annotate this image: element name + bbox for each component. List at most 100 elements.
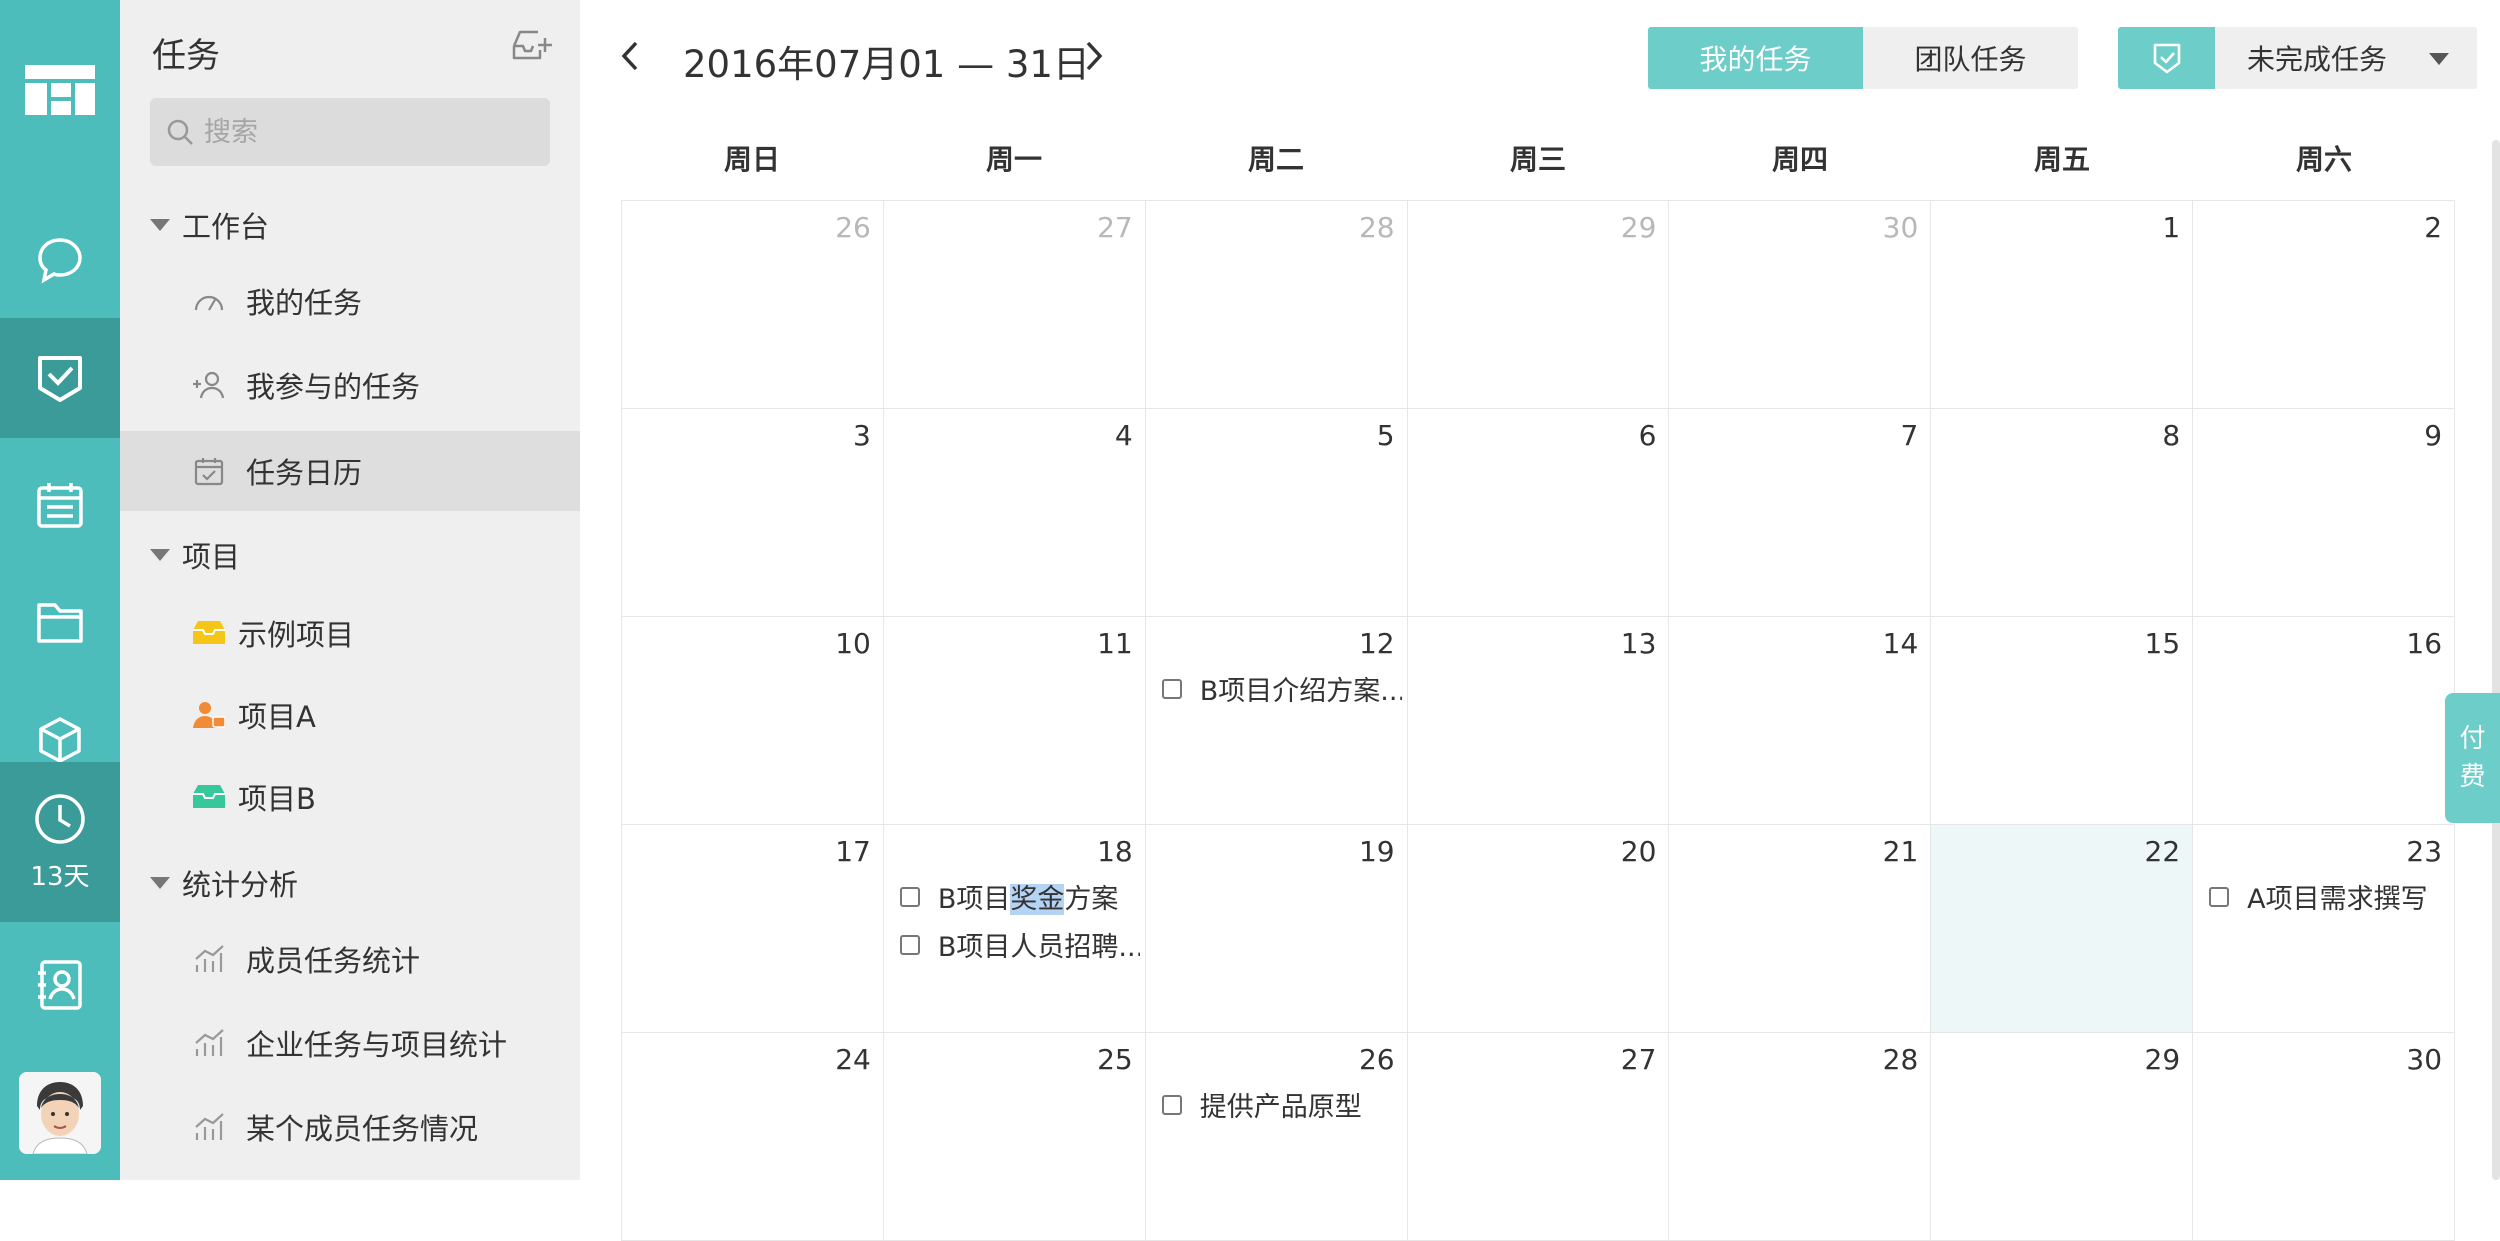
task-status-filter[interactable]: 未完成任务 — [2118, 27, 2477, 89]
calendar-day-cell[interactable]: 26 — [622, 201, 884, 409]
pay-tab-label: 费 — [2459, 762, 2486, 792]
calendar-day-cell[interactable]: 9 — [2193, 409, 2456, 617]
task-checkbox[interactable] — [899, 886, 920, 907]
bar-chart-icon — [192, 942, 226, 976]
sidebar-item-enterprise-stats[interactable]: 企业任务与项目统计 — [120, 1003, 580, 1083]
calendar-day-cell[interactable]: 17 — [622, 825, 884, 1033]
folder-icon[interactable] — [0, 582, 120, 662]
day-number: 27 — [1097, 211, 1133, 244]
calendar-day-cell[interactable]: 29 — [1407, 201, 1670, 409]
sidebar-item-task-calendar[interactable]: 任务日历 — [120, 431, 580, 511]
calendar-day-cell[interactable]: 30 — [2193, 1033, 2456, 1241]
tab-team-tasks[interactable]: 团队任务 — [1863, 27, 2078, 89]
day-number: 5 — [1376, 419, 1395, 452]
calendar-day-cell[interactable]: 13 — [1407, 617, 1670, 825]
inbox-add-icon[interactable] — [512, 28, 552, 66]
day-number: 20 — [1620, 835, 1657, 868]
calendar-day-cell[interactable]: 11 — [883, 617, 1146, 825]
sidebar-item-member-stats[interactable]: 成员任务统计 — [120, 919, 580, 999]
calendar-day-cell[interactable]: 27 — [1407, 1033, 1670, 1241]
calendar-week: 10 11 12 B项目介绍方案... 13 14 15 16 — [622, 617, 2456, 825]
project-box-green-icon — [192, 780, 226, 814]
calendar-day-cell[interactable]: 8 — [1931, 409, 2194, 617]
calendar-day-cell[interactable]: 20 — [1407, 825, 1670, 1033]
contacts-icon[interactable] — [0, 945, 120, 1025]
task-checkbox[interactable] — [1161, 1094, 1182, 1115]
task-check-icon[interactable] — [0, 318, 120, 438]
calendar-week: 17 18 B项目奖金方案 B项目人员招聘... 19 20 21 22 23 — [622, 825, 2456, 1033]
bar-chart-icon — [192, 1110, 226, 1144]
next-month-button[interactable] — [1084, 40, 1104, 76]
calendar-day-cell[interactable]: 7 — [1669, 409, 1932, 617]
calendar-day-cell[interactable]: 27 — [883, 201, 1146, 409]
sidebar-item-label: 成员任务统计 — [246, 944, 421, 978]
calendar-day-cell[interactable]: 10 — [622, 617, 884, 825]
status-select[interactable]: 未完成任务 — [2215, 27, 2477, 89]
calendar-day-cell[interactable]: 19 — [1145, 825, 1408, 1033]
timer-icon[interactable]: 13天 — [0, 762, 120, 922]
calendar-day-cell[interactable]: 1 — [1931, 201, 2194, 409]
calendar-day-cell[interactable]: 30 — [1669, 201, 1932, 409]
sidebar-item-project-a[interactable]: 项目A — [120, 675, 580, 755]
calendar-day-cell[interactable]: 25 — [883, 1033, 1146, 1241]
task-item[interactable]: B项目奖金方案 — [899, 877, 1140, 916]
scrollbar[interactable] — [2492, 140, 2500, 1180]
sidebar-item-sample-project[interactable]: 示例项目 — [120, 593, 580, 673]
calendar-day-cell[interactable]: 18 B项目奖金方案 B项目人员招聘... — [883, 825, 1146, 1033]
day-number: 23 — [2406, 835, 2443, 868]
day-number: 12 — [1358, 627, 1395, 660]
calendar-day-cell[interactable]: 26 提供产品原型 — [1145, 1033, 1408, 1241]
search-box[interactable] — [150, 98, 550, 166]
calendar-day-cell[interactable]: 14 — [1669, 617, 1932, 825]
sidebar-item-label: 项目B — [238, 782, 316, 816]
caret-down-icon — [150, 877, 170, 889]
avatar[interactable] — [19, 1072, 101, 1154]
group-statistics[interactable]: 统计分析 — [150, 862, 298, 904]
chevron-left-icon — [621, 41, 638, 71]
group-label: 工作台 — [182, 210, 270, 244]
sidebar-item-my-tasks[interactable]: 我的任务 — [120, 261, 580, 341]
group-workbench[interactable]: 工作台 — [150, 204, 269, 246]
calendar-day-cell[interactable]: 15 — [1931, 617, 2194, 825]
calendar-day-cell[interactable]: 12 B项目介绍方案... — [1145, 617, 1408, 825]
calendar-main: 2016年07月01 — 31日 我的任务 团队任务 未完成任务 周日 周一 周… — [580, 0, 2500, 1241]
day-number: 24 — [835, 1043, 871, 1076]
search-input[interactable] — [204, 116, 534, 148]
sidebar-item-project-b[interactable]: 项目B — [120, 757, 580, 837]
calendar-day-cell[interactable]: 21 — [1669, 825, 1932, 1033]
dashboard-icon[interactable] — [0, 50, 120, 130]
prev-month-button[interactable] — [620, 40, 640, 76]
day-number: 29 — [2144, 1043, 2181, 1076]
task-item[interactable]: B项目介绍方案... — [1161, 669, 1402, 708]
chat-icon[interactable] — [0, 220, 120, 300]
sidebar-item-label: 任务日历 — [246, 456, 363, 490]
task-checkbox[interactable] — [899, 934, 920, 955]
calendar-day-cell[interactable]: 29 — [1931, 1033, 2194, 1241]
group-projects[interactable]: 项目 — [150, 534, 240, 576]
task-item[interactable]: 提供产品原型 — [1161, 1085, 1402, 1124]
calendar-week: 3 4 5 6 7 8 9 — [622, 409, 2456, 617]
calendar-icon[interactable] — [0, 465, 120, 545]
sidebar-item-participating-tasks[interactable]: 我参与的任务 — [120, 345, 580, 425]
calendar-day-cell[interactable]: 28 — [1145, 201, 1408, 409]
task-checkbox[interactable] — [1161, 678, 1182, 699]
task-checkbox[interactable] — [2209, 886, 2230, 907]
calendar-day-cell[interactable]: 16 — [2193, 617, 2456, 825]
speedometer-icon — [192, 284, 226, 318]
calendar-day-cell[interactable]: 3 — [622, 409, 884, 617]
calendar-day-cell[interactable]: 6 — [1407, 409, 1670, 617]
task-item[interactable]: A项目需求撰写 — [2209, 877, 2449, 916]
pay-tab-button[interactable]: 付 费 — [2445, 693, 2500, 823]
calendar-day-cell[interactable]: 23 A项目需求撰写 — [2193, 825, 2456, 1033]
calendar-day-cell[interactable]: 5 — [1145, 409, 1408, 617]
tab-my-tasks[interactable]: 我的任务 — [1648, 27, 1863, 89]
task-item[interactable]: B项目人员招聘... — [899, 925, 1140, 964]
calendar-day-cell[interactable]: 4 — [883, 409, 1146, 617]
calendar-day-cell[interactable]: 2 — [2193, 201, 2456, 409]
weekday-label: 周日 — [723, 143, 780, 176]
day-number: 28 — [1358, 211, 1395, 244]
calendar-day-cell[interactable]: 24 — [622, 1033, 884, 1241]
calendar-day-cell-today[interactable]: 22 — [1931, 825, 2194, 1033]
calendar-day-cell[interactable]: 28 — [1669, 1033, 1932, 1241]
sidebar-item-single-member-stats[interactable]: 某个成员任务情况 — [120, 1087, 580, 1167]
